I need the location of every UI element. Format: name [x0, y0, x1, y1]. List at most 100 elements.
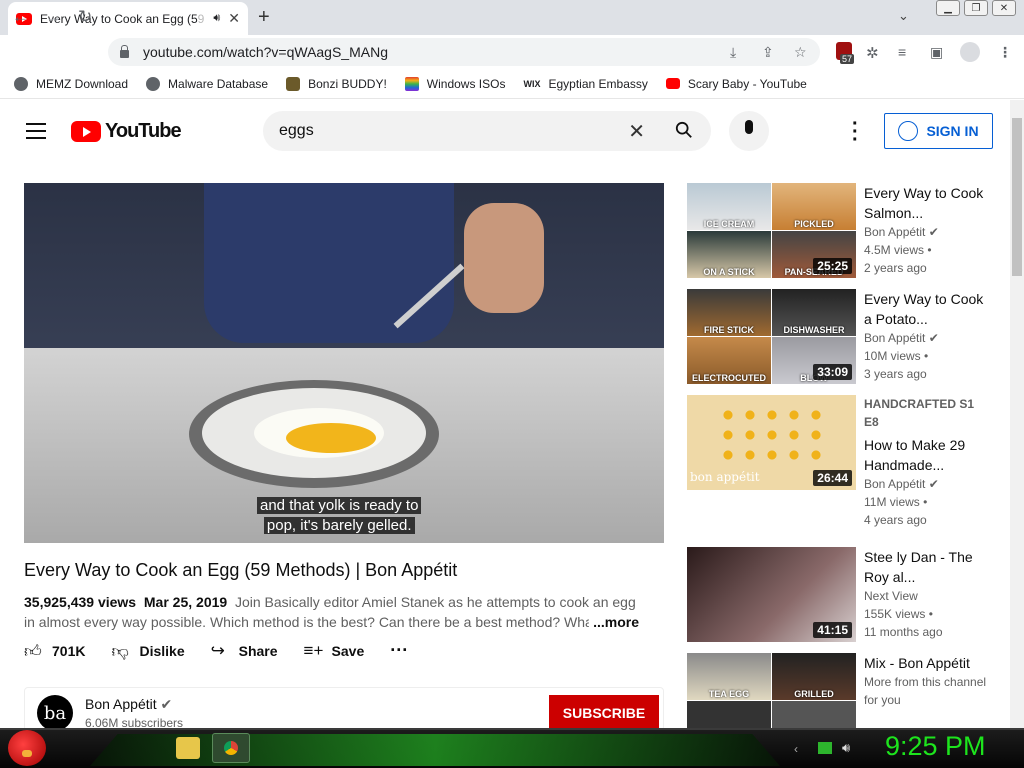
video-thumbnail[interactable]: TEA EGG GRILLED — [687, 653, 856, 728]
start-button[interactable] — [8, 730, 46, 766]
restore-button[interactable]: ❐ — [964, 0, 988, 16]
volume-icon[interactable]: 🔊︎ — [842, 740, 850, 756]
share-icon[interactable]: ⇪ — [762, 44, 774, 61]
video-thumbnail[interactable]: bon appétit 26:44 — [687, 395, 856, 490]
video-caption: and that yolk is ready to pop, it's barel… — [257, 496, 422, 536]
duration-badge: 41:15 — [813, 622, 852, 638]
rec-title: Every Way to Cook Salmon... — [864, 185, 984, 221]
file-explorer-icon[interactable] — [176, 737, 200, 759]
window-controls: ▁ ❐ ✕ — [936, 0, 1016, 16]
share-button[interactable]: ↪ Share — [211, 641, 278, 661]
verified-check-icon: ✔ — [928, 225, 939, 239]
rec-title: Mix - Bon Appétit — [864, 655, 970, 671]
bookmark-bonzi-buddy[interactable]: Bonzi BUDDY! — [286, 76, 387, 91]
chrome-menu-icon[interactable]: ⋮ — [998, 44, 1012, 61]
verified-check-icon: ✔ — [928, 477, 939, 491]
video-thumbnail[interactable]: ICE CREAM PICKLED ON A STICK PAN-SEARED … — [687, 183, 856, 278]
tray-chevron-icon[interactable]: ‹ — [794, 742, 798, 756]
duration-badge: 26:44 — [813, 470, 852, 486]
bookmark-windows-isos[interactable]: Windows ISOs — [404, 76, 505, 91]
bookmark-egyptian-embassy[interactable]: WIX Egyptian Embassy — [523, 77, 647, 91]
user-circle-icon — [898, 121, 919, 141]
sign-in-button[interactable]: SIGN IN — [884, 113, 993, 149]
reload-icon[interactable]: ↻ — [78, 7, 92, 27]
tab-search-chevron-icon[interactable]: ⌄ — [898, 8, 909, 24]
extension-badge: 57 — [840, 54, 855, 64]
rec-title: Stee ly Dan - The Roy al... — [864, 549, 973, 585]
side-panel-icon[interactable]: ▣ — [930, 44, 943, 61]
verified-check-icon: ✔ — [160, 696, 173, 712]
bookmark-star-icon[interactable]: ☆ — [794, 44, 807, 61]
bookmark-scary-baby[interactable]: Scary Baby - YouTube — [665, 77, 807, 91]
thumbs-up-icon: 👍︎ — [24, 641, 42, 661]
browser-tab[interactable]: Every Way to Cook an Egg (59 🔊︎ ✕ — [8, 2, 248, 35]
forward-arrow-icon[interactable]: → — [45, 7, 62, 27]
recommended-mix[interactable]: TEA EGG GRILLED Mix - Bon Appétit More f… — [687, 653, 997, 728]
page-scrollbar[interactable] — [1010, 100, 1024, 728]
thumbs-down-icon: 👎︎ — [111, 641, 129, 661]
rec-title: Every Way to Cook a Potato... — [864, 291, 984, 327]
channel-avatar[interactable]: ba — [37, 695, 73, 731]
search-icon[interactable] — [675, 121, 693, 139]
address-bar[interactable]: youtube.com/watch?v=qWAagS_MANg — [108, 38, 820, 66]
speaker-icon[interactable]: 🔊︎ — [213, 12, 220, 25]
taskbar — [0, 728, 1024, 768]
taskbar-clock[interactable]: 9:25 PM — [885, 731, 986, 762]
recommended-video[interactable]: bon appétit 26:44 HANDCRAFTED S1 E8 How … — [687, 395, 997, 535]
recommended-video[interactable]: 41:15 Stee ly Dan - The Roy al... Next V… — [687, 547, 997, 642]
video-actions: 👍︎ 701K 👎︎ Dislike ↪ Share ≡+ Save ··· — [24, 640, 408, 661]
verified-check-icon: ✔ — [928, 331, 939, 345]
youtube-play-icon — [71, 121, 101, 142]
wix-icon: WIX — [523, 78, 541, 89]
video-description[interactable]: 35,925,439 views Mar 25, 2019 Join Basic… — [24, 592, 639, 632]
install-app-icon[interactable]: ⤓ — [730, 44, 736, 61]
show-more-link[interactable]: ...more — [589, 612, 639, 632]
like-button[interactable]: 👍︎ 701K — [24, 641, 85, 661]
globe-icon — [146, 76, 161, 91]
save-button[interactable]: ≡+ Save — [304, 641, 365, 661]
duration-badge: 33:09 — [813, 364, 852, 380]
chrome-taskbar-button[interactable] — [212, 733, 250, 763]
close-window-button[interactable]: ✕ — [992, 0, 1016, 16]
chrome-icon — [224, 741, 238, 755]
clear-search-icon[interactable]: ✕ — [628, 119, 645, 144]
subscribe-button[interactable]: SUBSCRIBE — [549, 695, 659, 731]
bookmark-memz-download[interactable]: MEMZ Download — [14, 76, 128, 91]
back-arrow-icon[interactable]: ← — [12, 7, 29, 27]
minimize-button[interactable]: ▁ — [936, 0, 960, 16]
upload-date: Mar 25, 2019 — [143, 594, 228, 610]
new-tab-button[interactable]: + — [258, 6, 270, 29]
profile-avatar-icon[interactable] — [960, 42, 980, 62]
tab-title: Every Way to Cook an Egg (59 — [40, 11, 205, 26]
url-text: youtube.com/watch?v=qWAagS_MANg — [143, 44, 388, 60]
media-control-icon[interactable]: ≡ — [898, 44, 906, 60]
recommended-video[interactable]: ICE CREAM PICKLED ON A STICK PAN-SEARED … — [687, 183, 997, 278]
close-tab-icon[interactable]: ✕ — [228, 10, 240, 27]
video-thumbnail[interactable]: 41:15 — [687, 547, 856, 642]
settings-more-icon[interactable]: · · · — [852, 114, 859, 150]
windows-icon — [404, 76, 419, 91]
channel-name[interactable]: Bon Appétit ✔ — [85, 696, 172, 713]
scrollbar-thumb[interactable] — [1012, 118, 1022, 276]
youtube-icon — [665, 78, 680, 89]
youtube-logo[interactable]: YouTube — [71, 120, 182, 143]
video-title: Every Way to Cook an Egg (59 Methods) | … — [24, 560, 458, 580]
extensions-puzzle-icon[interactable]: ✲ — [866, 44, 879, 62]
voice-search-mic-icon[interactable] — [729, 111, 769, 151]
network-icon[interactable] — [818, 742, 832, 754]
bonzi-icon — [286, 76, 301, 91]
lock-icon — [120, 45, 129, 58]
channel-row: ba Bon Appétit ✔ 6.06M subscribers SUBSC… — [24, 687, 664, 731]
dislike-button[interactable]: 👎︎ Dislike — [111, 641, 184, 661]
more-actions-button[interactable]: ··· — [390, 640, 408, 661]
search-input[interactable]: eggs ✕ — [263, 111, 711, 151]
hamburger-menu-icon[interactable] — [26, 123, 46, 144]
view-count: 35,925,439 views — [24, 594, 137, 610]
video-player[interactable]: and that yolk is ready to pop, it's barel… — [24, 183, 664, 543]
bookmarks-bar: MEMZ Download Malware Database Bonzi BUD… — [0, 69, 1024, 99]
bookmark-malware-database[interactable]: Malware Database — [146, 76, 268, 91]
video-thumbnail[interactable]: FIRE STICK DISHWASHER ELECTROCUTED BLOW … — [687, 289, 856, 384]
series-label: HANDCRAFTED S1 E8 — [864, 397, 975, 429]
globe-icon — [14, 76, 28, 91]
recommended-video[interactable]: FIRE STICK DISHWASHER ELECTROCUTED BLOW … — [687, 289, 997, 384]
